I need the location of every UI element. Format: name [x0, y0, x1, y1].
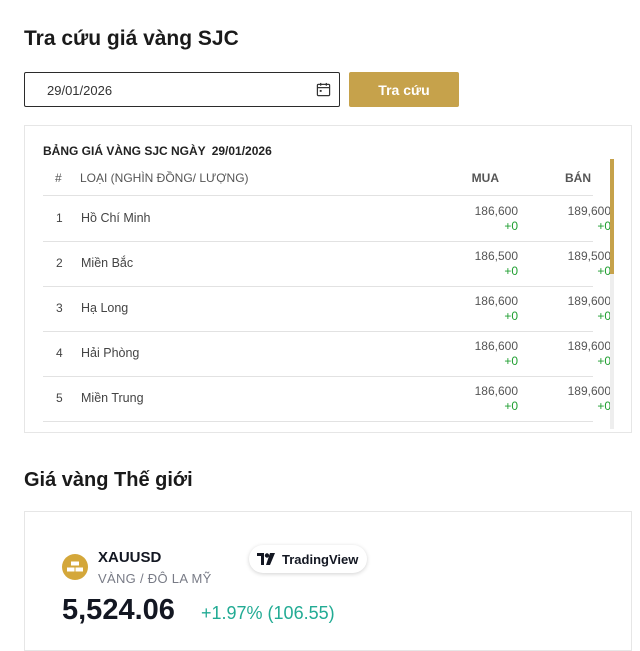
column-header-buy: MUA	[471, 171, 499, 185]
column-header-index: #	[55, 171, 62, 185]
sell-change: +0	[597, 219, 611, 233]
tradingview-logo-icon	[257, 553, 275, 565]
last-price: 5,524.06	[62, 594, 175, 626]
table-heading: BẢNG GIÁ VÀNG SJC NGÀY 29/01/2026	[43, 144, 272, 158]
sell-price: 189,600	[567, 204, 611, 218]
row-name: Hạ Long	[81, 301, 129, 315]
column-header-type: LOẠI (NGHÌN ĐỒNG/ LƯỢNG)	[80, 171, 249, 185]
buy-price: 186,600	[474, 204, 518, 218]
date-input-value: 29/01/2026	[47, 83, 113, 98]
row-name: Miền Bắc	[81, 256, 134, 270]
buy-change: +0	[504, 399, 518, 413]
page-title: Tra cứu giá vàng SJC	[24, 27, 239, 50]
buy-change: +0	[504, 219, 518, 233]
sell-cell: 189,600 +0	[568, 338, 611, 369]
buy-change: +0	[504, 354, 518, 368]
buy-change: +0	[504, 309, 518, 323]
world-gold-title: Giá vàng Thế giới	[24, 469, 193, 491]
gold-bars-icon	[62, 554, 88, 580]
sell-price: 189,600	[567, 339, 611, 353]
calendar-icon[interactable]	[316, 82, 331, 97]
tradingview-label: TradingView	[282, 551, 359, 567]
tradingview-badge[interactable]: TradingView	[249, 545, 368, 573]
sell-change: +0	[597, 354, 611, 368]
buy-cell: 186,600 +0	[475, 293, 518, 324]
row-index: 5	[56, 391, 63, 405]
sell-cell: 189,500 +0	[568, 248, 611, 279]
table-heading-label: BẢNG GIÁ VÀNG SJC NGÀY	[43, 144, 206, 158]
sell-price: 189,600	[567, 294, 611, 308]
row-index: 2	[56, 256, 63, 270]
sell-cell: 189,600 +0	[568, 293, 611, 324]
date-input[interactable]: 29/01/2026	[24, 72, 340, 107]
sell-price: 189,500	[567, 249, 611, 263]
table-row: 3 Hạ Long 186,600 +0 189,600 +0	[43, 286, 611, 332]
sell-change: +0	[597, 399, 611, 413]
sell-cell: 189,600 +0	[568, 383, 611, 414]
row-index: 3	[56, 301, 63, 315]
buy-cell: 186,600 +0	[475, 203, 518, 234]
price-change: +1.97% (106.55)	[201, 603, 335, 623]
sell-price: 189,600	[567, 384, 611, 398]
buy-cell: 186,600 +0	[475, 383, 518, 414]
row-name: Hải Phòng	[81, 346, 140, 360]
scrollbar-thumb[interactable]	[610, 159, 614, 274]
row-index: 1	[56, 211, 63, 225]
table-row: 5 Miền Trung 186,600 +0 189,600 +0	[43, 376, 611, 422]
sjc-price-table: BẢNG GIÁ VÀNG SJC NGÀY 29/01/2026 # LOẠI …	[24, 125, 632, 433]
buy-cell: 186,600 +0	[475, 338, 518, 369]
table-row: 4 Hải Phòng 186,600 +0 189,600 +0	[43, 331, 611, 377]
sell-change: +0	[597, 309, 611, 323]
table-row: 1 Hồ Chí Minh 186,600 +0 189,600 +0	[43, 196, 611, 242]
buy-price: 186,600	[474, 384, 518, 398]
table-row: 2 Miền Bắc 186,500 +0 189,500 +0	[43, 241, 611, 287]
table-heading-date: 29/01/2026	[211, 144, 272, 158]
buy-cell: 186,500 +0	[475, 248, 518, 279]
buy-price: 186,600	[474, 294, 518, 308]
row-name: Hồ Chí Minh	[81, 211, 151, 225]
search-button[interactable]: Tra cứu	[349, 72, 459, 107]
buy-change: +0	[504, 264, 518, 278]
row-index: 4	[56, 346, 63, 360]
ticker-description: VÀNG / ĐÔ LA MỸ	[98, 571, 212, 586]
tradingview-ticker-widget[interactable]: XAUUSD VÀNG / ĐÔ LA MỸ TradingView 5,524…	[24, 511, 632, 651]
column-header-sell: BÁN	[565, 171, 591, 185]
row-name: Miền Trung	[81, 391, 144, 405]
buy-price: 186,500	[474, 249, 518, 263]
buy-price: 186,600	[474, 339, 518, 353]
sell-cell: 189,600 +0	[568, 203, 611, 234]
sell-change: +0	[597, 264, 611, 278]
ticker-symbol[interactable]: XAUUSD	[98, 549, 161, 566]
